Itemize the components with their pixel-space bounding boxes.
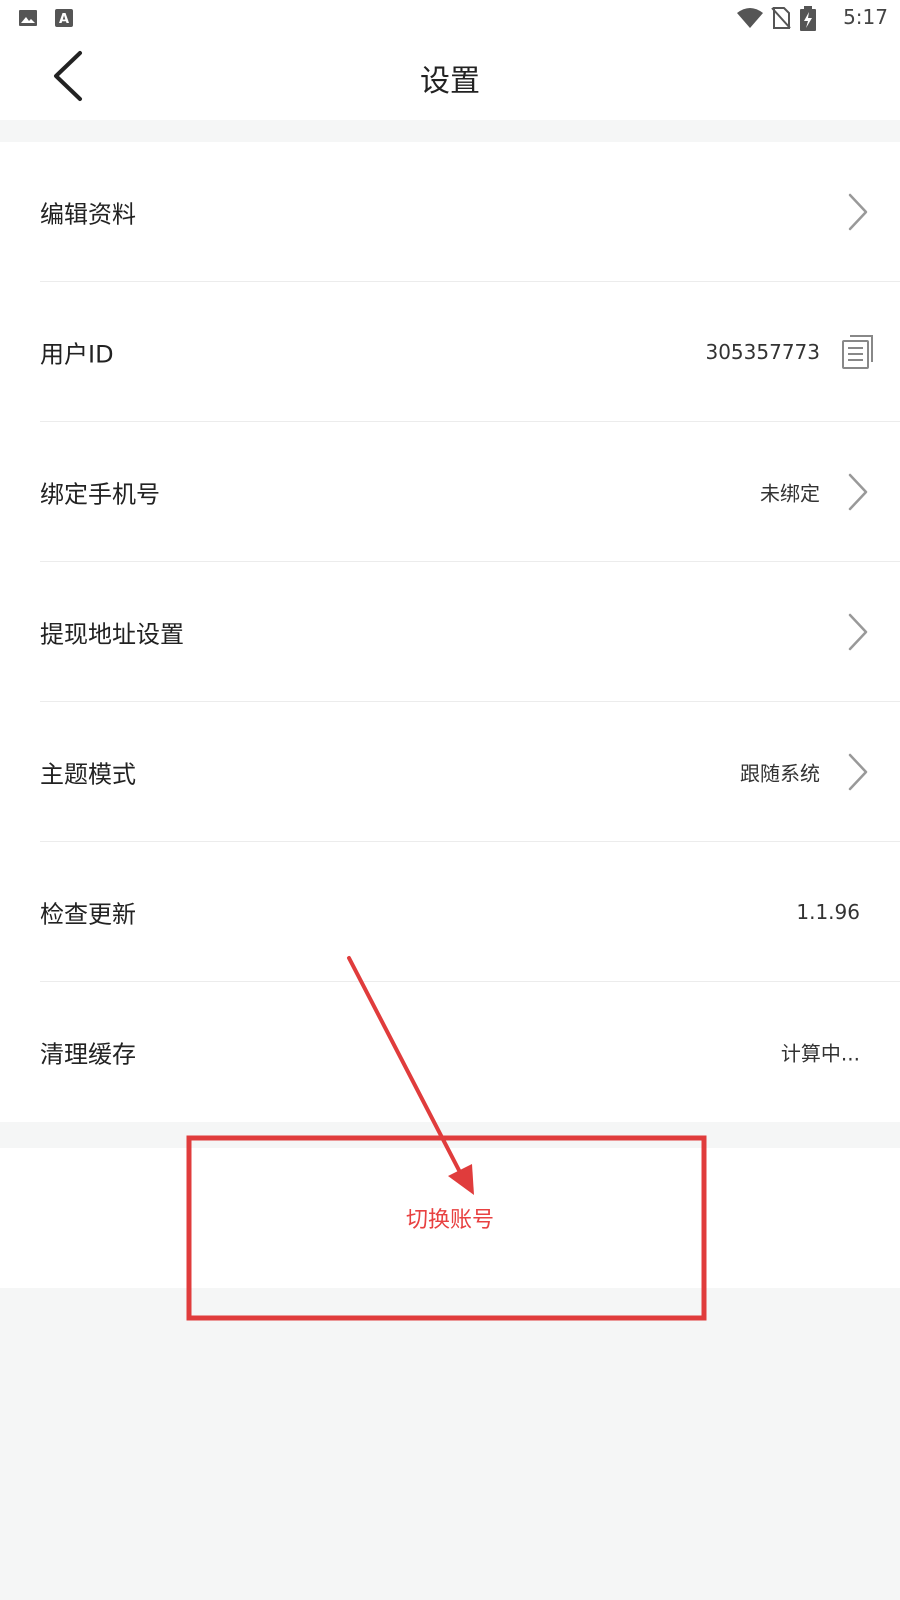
row-label: 绑定手机号 [40,480,160,509]
image-icon [19,10,37,26]
svg-text:A: A [59,12,69,27]
settings-row-theme-mode[interactable]: 主题模式 跟随系统 [0,702,900,842]
cache-size-value: 计算中... [780,1041,860,1066]
row-label: 主题模式 [40,760,136,789]
status-time: 5:17 [843,5,888,29]
settings-row-check-update[interactable]: 检查更新 1.1.96 [0,842,900,982]
a-letter-icon: A [55,9,73,27]
row-label: 编辑资料 [40,200,136,229]
status-bar: A 5:17 [0,0,900,36]
row-label: 清理缓存 [40,1040,136,1069]
settings-row-bind-phone[interactable]: 绑定手机号 未绑定 [0,422,900,562]
row-label: 用户ID [40,340,114,369]
battery-charging-icon [800,6,816,31]
theme-mode-value: 跟随系统 [740,761,820,786]
version-value: 1.1.96 [796,900,860,924]
app-bar: 设置 [0,36,900,120]
switch-account-button[interactable]: 切换账号 [0,1148,900,1288]
wifi-icon [737,8,763,28]
chevron-right-icon [838,470,878,514]
row-label: 检查更新 [40,900,136,929]
settings-row-withdraw-address[interactable]: 提现地址设置 [0,562,900,702]
phone-bind-status: 未绑定 [760,481,820,506]
settings-list: 编辑资料 用户ID 305357773 绑定手机号 未绑定 提现地址设置 主题模… [0,142,900,1122]
settings-row-user-id[interactable]: 用户ID 305357773 [0,282,900,422]
chevron-right-icon [838,610,878,654]
settings-row-edit-profile[interactable]: 编辑资料 [0,142,900,282]
settings-row-clear-cache[interactable]: 清理缓存 计算中... [0,982,900,1122]
user-id-value: 305357773 [705,340,820,364]
page-title: 设置 [420,64,480,99]
chevron-right-icon [838,190,878,234]
switch-account-label: 切换账号 [405,1208,494,1233]
chevron-right-icon [838,750,878,794]
copy-icon[interactable] [838,330,878,374]
no-sim-icon [771,7,791,29]
row-label: 提现地址设置 [40,620,184,649]
